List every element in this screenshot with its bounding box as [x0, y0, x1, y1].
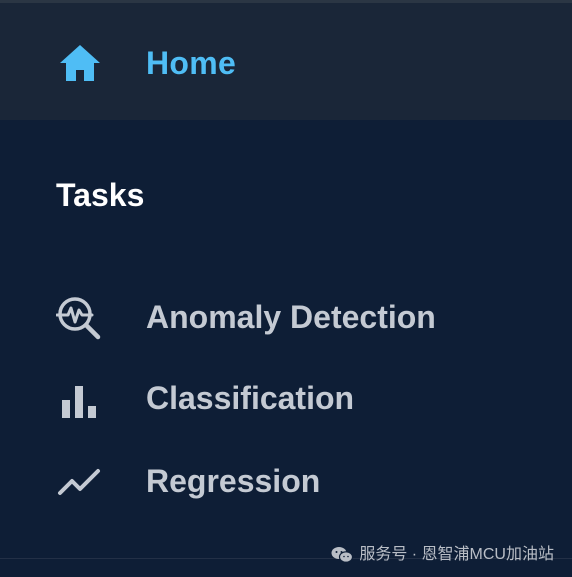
wechat-icon	[331, 546, 354, 564]
section-title-tasks: Tasks	[56, 177, 145, 213]
sidebar: Home Tasks Anomaly Detection Classificat…	[0, 0, 572, 577]
bar-chart-icon	[56, 376, 102, 422]
watermark-text: 服务号 · 恩智浦MCU加油站	[359, 546, 554, 563]
sidebar-item-label: Anomaly Detection	[146, 299, 436, 335]
sidebar-item-classification[interactable]: Classification	[0, 366, 572, 430]
sidebar-item-label: Regression	[146, 463, 321, 499]
watermark: 服务号 · 恩智浦MCU加油站	[331, 545, 554, 565]
home-icon	[58, 43, 102, 83]
sidebar-item-label: Home	[146, 45, 237, 81]
sidebar-item-regression[interactable]: Regression	[0, 449, 572, 513]
sidebar-item-home[interactable]: Home	[0, 3, 572, 120]
sidebar-item-anomaly-detection[interactable]: Anomaly Detection	[0, 285, 572, 349]
sidebar-item-label: Classification	[146, 380, 355, 416]
trend-line-icon	[56, 459, 102, 505]
anomaly-detection-icon	[55, 295, 102, 341]
